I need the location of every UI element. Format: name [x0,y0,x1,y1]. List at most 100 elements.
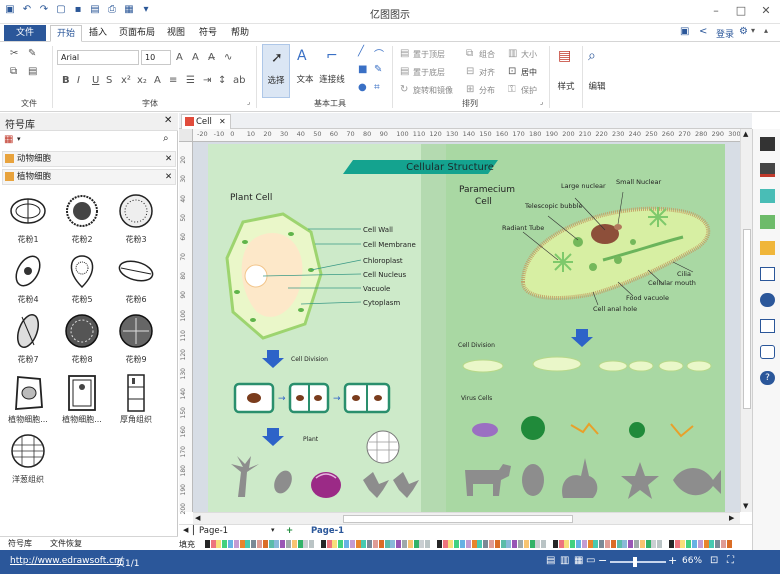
shape-plant-cell-2[interactable]: 植物细胞... [56,369,108,427]
color-swatch[interactable] [721,540,726,548]
color-swatch[interactable] [518,540,523,548]
ellipse-tool-icon[interactable]: ● [358,82,367,93]
document-tab-close-icon[interactable]: ✕ [219,115,226,129]
protect-label[interactable]: 保护 [521,85,537,96]
color-swatch[interactable] [581,540,587,548]
shape-pollen-3[interactable]: 花粉3 [110,189,162,247]
category-close-icon[interactable]: ✕ [165,170,172,184]
document-tab-cell[interactable]: Cell ✕ [181,114,231,129]
rotate-icon[interactable]: ↻ [400,84,408,95]
color-swatch[interactable] [361,540,367,548]
color-swatch[interactable] [419,540,425,548]
tab-page-layout[interactable]: 页面布局 [113,25,161,42]
color-swatch[interactable] [407,540,413,548]
minimize-button[interactable]: – [705,3,727,19]
color-swatch[interactable] [402,540,407,548]
copy-icon[interactable]: ⧉ [10,66,17,77]
close-button[interactable]: ✕ [755,3,777,19]
color-swatch[interactable] [460,540,465,548]
distribute-icon[interactable]: ⊞ [466,84,474,95]
shape-pollen-8[interactable]: 花粉8 [56,309,108,367]
size-label[interactable]: 大小 [521,49,537,60]
color-swatch[interactable] [483,540,489,548]
color-swatch[interactable] [529,540,535,548]
shape-pollen-2[interactable]: 花粉2 [56,189,108,247]
scroll-up-icon[interactable]: ▲ [743,130,748,138]
color-swatch[interactable] [680,540,686,548]
website-link[interactable]: http://www.edrawsoft.cn/ [10,556,123,566]
color-swatch[interactable] [245,540,251,548]
category-close-icon[interactable]: ✕ [165,152,172,166]
color-swatch[interactable] [523,540,529,548]
comment-panel-icon[interactable] [760,345,775,359]
color-swatch[interactable] [686,540,692,548]
color-swatch[interactable] [552,540,558,548]
color-swatch[interactable] [651,540,657,548]
color-swatch[interactable] [645,540,651,548]
color-swatch[interactable] [692,540,697,548]
text-tool-label[interactable]: 文本 [291,73,319,85]
color-swatch[interactable] [239,540,245,548]
color-swatch[interactable] [616,540,622,548]
page-panel-icon[interactable] [760,267,775,281]
color-swatch[interactable] [709,540,715,548]
color-swatch[interactable] [274,540,280,548]
share-icon[interactable]: < [699,26,707,37]
arrange-dialog-launcher-icon[interactable]: ⌟ [540,98,543,106]
strikethrough-icon[interactable]: S [106,75,112,86]
pen-tool-icon[interactable]: ✎ [374,64,382,75]
color-swatch[interactable] [442,540,448,548]
color-swatch[interactable] [257,540,262,548]
color-swatch[interactable] [332,540,338,548]
scroll-left-icon[interactable]: ◀ [195,514,200,522]
collapse-ribbon-icon[interactable]: ▴ [764,26,768,35]
color-swatch[interactable] [251,540,257,548]
connector-tool-label[interactable]: 连接线 [318,73,346,85]
color-swatch[interactable] [564,540,570,548]
color-swatch[interactable] [465,540,471,548]
color-swatch[interactable] [216,540,222,548]
tab-symbol[interactable]: 符号 [193,25,223,42]
color-swatch[interactable] [425,540,431,548]
color-swatch[interactable] [628,540,634,548]
view-page-icon[interactable]: ▥ [560,555,569,566]
zoom-slider[interactable] [610,561,666,563]
color-swatch[interactable] [204,540,210,548]
color-swatch[interactable] [320,540,326,548]
text-tool-icon[interactable]: A [297,48,307,64]
color-swatch[interactable] [436,540,442,548]
tab-symbol-library[interactable]: 符号库 [8,538,32,549]
color-swatch[interactable] [367,540,373,548]
library-category-animal-cell[interactable]: 动物细胞 ✕ [2,151,176,167]
maximize-button[interactable]: □ [730,3,752,19]
size-icon[interactable]: ▥ [508,48,517,59]
settings-icon[interactable]: ⚙ [739,26,748,37]
color-swatch[interactable] [541,540,547,548]
font-dialog-launcher-icon[interactable]: ⌟ [247,98,250,106]
color-swatch[interactable] [199,540,204,548]
fullscreen-icon[interactable]: ⛶ [727,555,734,566]
color-swatch[interactable] [349,540,355,548]
color-swatch[interactable] [413,540,419,548]
scroll-down-icon[interactable]: ▼ [743,502,748,510]
page-tab-1[interactable]: Page-1 [311,526,344,536]
color-swatch[interactable] [297,540,303,548]
color-swatch[interactable] [494,540,500,548]
color-swatch[interactable] [448,540,454,548]
align-shapes-label[interactable]: 对齐 [479,67,495,78]
shape-onion-tissue[interactable]: 洋葱组织 [2,429,54,487]
select-tool-button[interactable]: ➚ 选择 [262,44,290,98]
crop-tool-icon[interactable]: ⌗ [374,82,380,93]
color-swatch[interactable] [599,540,605,548]
color-swatch[interactable] [576,540,581,548]
group-icon[interactable]: ⧉ [466,48,473,59]
subscript-icon[interactable]: x₂ [137,75,147,86]
line-panel-icon[interactable] [760,189,775,203]
scroll-right-icon[interactable]: ▶ [729,514,734,522]
color-swatch[interactable] [668,540,674,548]
color-swatch[interactable] [309,540,315,548]
horizontal-scroll-thumb[interactable] [343,515,573,523]
indent-icon[interactable]: ⇥ [203,75,211,86]
vertical-scroll-thumb[interactable] [743,229,751,409]
color-swatch[interactable] [697,540,703,548]
